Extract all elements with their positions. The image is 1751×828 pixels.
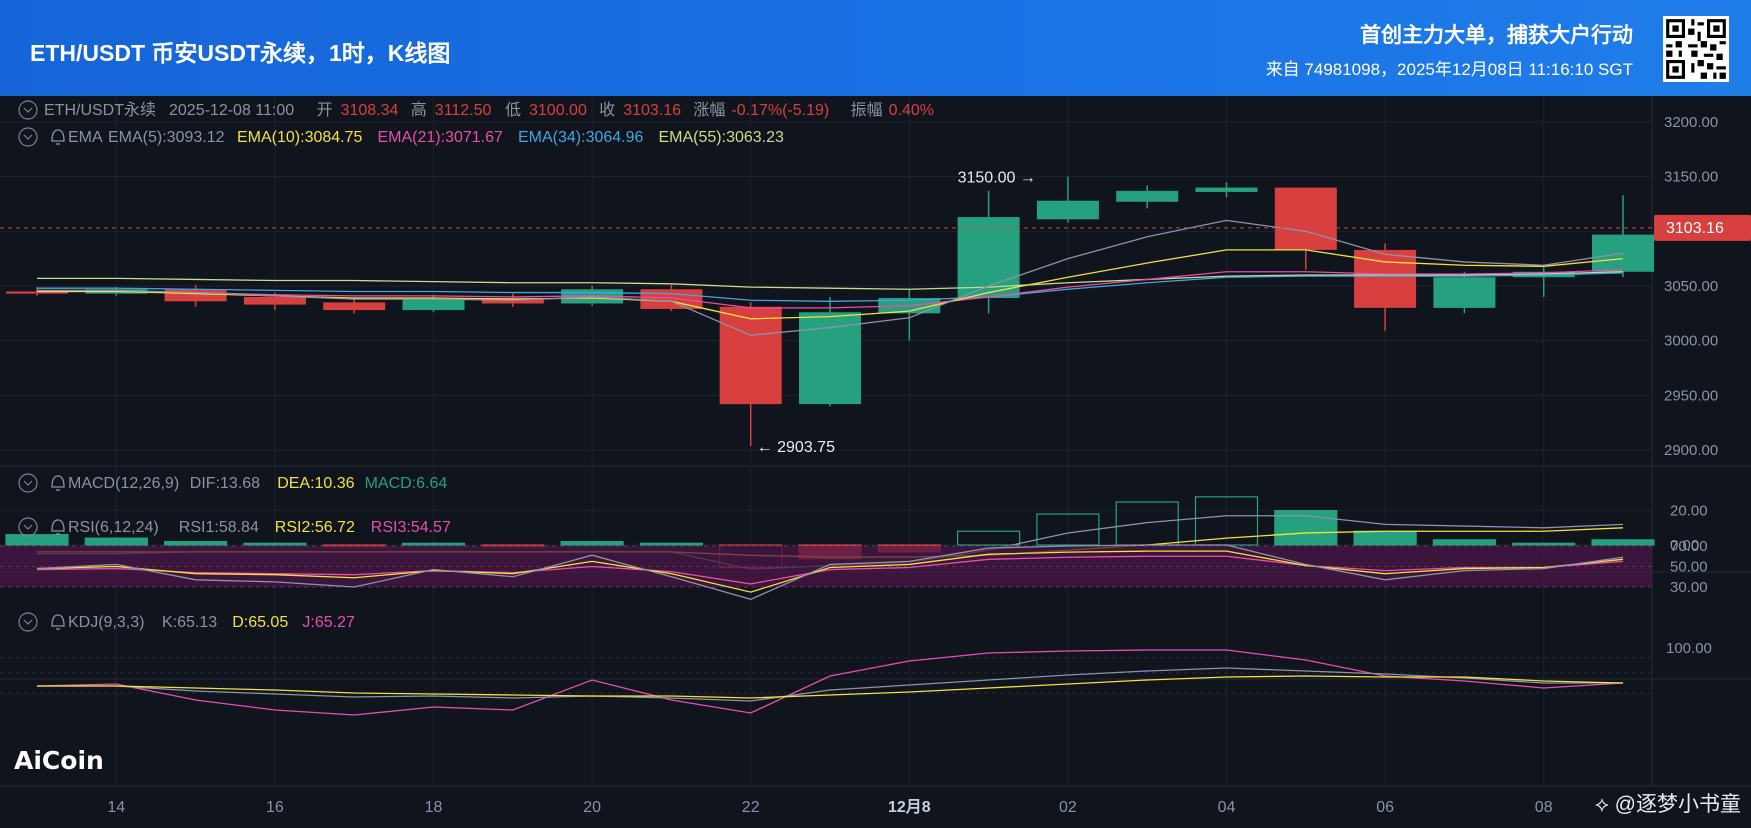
header-slogan: 首创主力大单，捕获大户行动	[1360, 24, 1633, 47]
x-axis-label: 08	[1535, 799, 1553, 816]
info-close: 3103.16	[623, 102, 681, 119]
kline-chart[interactable]: 14 16 18 20 22 12月8 02 04 06 08 3200.00 3150.00 3100…	[0, 96, 1751, 828]
price-tick-label: 3200.00	[1664, 114, 1718, 131]
kdj-j-legend: J:65.27	[302, 614, 355, 631]
macd-histogram-bar	[1353, 530, 1417, 546]
info-change: -0.17%(-5.19)	[731, 102, 829, 119]
info-high-label: 高	[411, 101, 427, 119]
x-axis-label: 14	[107, 799, 125, 816]
header-banner: ETH/USDT 币安USDT永续，1时，K线图 首创主力大单，捕获大户行动 来…	[0, 0, 1751, 96]
price-tick-label: 3150.00	[1664, 169, 1718, 186]
rsi3-legend: RSI3:54.57	[371, 519, 451, 536]
info-amp-label: 振幅	[851, 101, 883, 119]
price-tick-label: 2900.00	[1664, 442, 1718, 459]
macd-histogram-bar	[401, 542, 466, 546]
macd-histogram-bar	[1512, 542, 1576, 546]
aicoin-logo-text: AiCoin	[14, 746, 104, 775]
kdj-legend-name: KDJ(9,3,3)	[68, 614, 144, 631]
ema10-legend: EMA(10):3084.75	[237, 129, 363, 146]
candle-body	[164, 289, 227, 302]
macd-legend-name: MACD(12,26,9)	[68, 475, 179, 492]
x-axis-label: 16	[266, 799, 284, 816]
ema-legend-name: EMA	[68, 129, 103, 146]
rsi1-legend: RSI1:58.84	[179, 519, 259, 536]
info-time: 2025-12-08 11:00	[169, 102, 294, 119]
ema34-legend: EMA(34):3064.96	[518, 129, 644, 146]
candle-body	[1116, 190, 1179, 202]
price-tick-label: 3050.00	[1664, 278, 1718, 295]
info-low-label: 低	[505, 101, 521, 119]
last-price-label: 3103.16	[1666, 220, 1724, 237]
candle-body	[323, 302, 386, 311]
rsi2-legend: RSI2:56.72	[275, 519, 355, 536]
x-axis-label: 06	[1376, 799, 1394, 816]
macd-histogram-bar	[5, 534, 69, 546]
ema55-legend: EMA(55):3063.23	[659, 129, 785, 146]
macd-dea-legend: DEA:10.36	[277, 475, 354, 492]
low-price-marker: ← 2903.75	[757, 439, 835, 456]
macd-histogram-bar	[164, 540, 228, 546]
kdj-tick-label: 100.00	[1666, 640, 1712, 657]
info-change-label: 涨幅	[693, 101, 725, 119]
header-source: 来自 74981098，2025年12月08日 11:16:10 SGT	[1265, 60, 1633, 79]
chart-background	[0, 96, 1751, 828]
macd-value-legend: MACD:6.64	[365, 475, 448, 492]
rsi-tick-label: 30.00	[1670, 579, 1708, 596]
chart-title: ETH/USDT 币安USDT永续，1时，K线图	[30, 40, 451, 66]
candle-body	[402, 299, 465, 311]
candle-body	[1036, 200, 1099, 220]
info-open: 3108.34	[341, 102, 399, 119]
price-tick-label: 2950.00	[1664, 387, 1718, 404]
ema21-legend: EMA(21):3071.67	[378, 129, 504, 146]
macd-dif-legend: DIF:13.68	[190, 475, 260, 492]
macd-tick-label: 20.00	[1670, 503, 1708, 520]
candle-body	[719, 306, 782, 405]
macd-histogram-bar	[560, 540, 624, 546]
candle-body	[799, 312, 861, 405]
candle-body	[1433, 277, 1496, 308]
info-close-label: 收	[599, 101, 615, 119]
price-tick-label: 3000.00	[1664, 333, 1718, 350]
rsi-tick-label: 50.00	[1670, 559, 1708, 576]
candle-body	[243, 296, 306, 305]
rsi-legend-name: RSI(6,12,24)	[68, 519, 159, 536]
info-amp: 0.40%	[889, 102, 934, 119]
x-axis-label: 04	[1218, 799, 1236, 816]
x-axis-label: 02	[1059, 799, 1077, 816]
qr-code-icon	[1663, 16, 1729, 82]
info-high: 3112.50	[435, 102, 492, 119]
macd-histogram-bar	[1591, 539, 1655, 546]
author-watermark: ⟡ @逐梦小书童	[1594, 793, 1741, 816]
x-axis-label: 20	[583, 799, 601, 816]
info-low: 3100.00	[529, 102, 587, 119]
macd-histogram-bar	[84, 537, 148, 546]
high-price-marker: 3150.00 →	[958, 170, 1036, 187]
x-axis-label: 18	[425, 799, 443, 816]
candle-body	[1274, 187, 1337, 250]
ema5-legend: EMA(5):3093.12	[108, 129, 225, 146]
macd-histogram-bar	[1432, 539, 1497, 546]
info-open-label: 开	[317, 102, 333, 119]
x-axis-label: 12月8	[888, 798, 931, 816]
aicoin-logo: AiCoin	[14, 746, 104, 775]
macd-histogram-bar	[243, 542, 307, 546]
kdj-d-legend: D:65.05	[232, 614, 288, 631]
kdj-k-legend: K:65.13	[162, 614, 217, 631]
macd-histogram-bar	[639, 542, 704, 546]
rsi-tick-label: 70.00	[1670, 538, 1708, 555]
author-text: @逐梦小书童	[1614, 793, 1741, 816]
x-axis-label: 22	[742, 799, 760, 816]
candle-body	[1195, 187, 1258, 192]
info-symbol: ETH/USDT永续	[44, 101, 156, 119]
